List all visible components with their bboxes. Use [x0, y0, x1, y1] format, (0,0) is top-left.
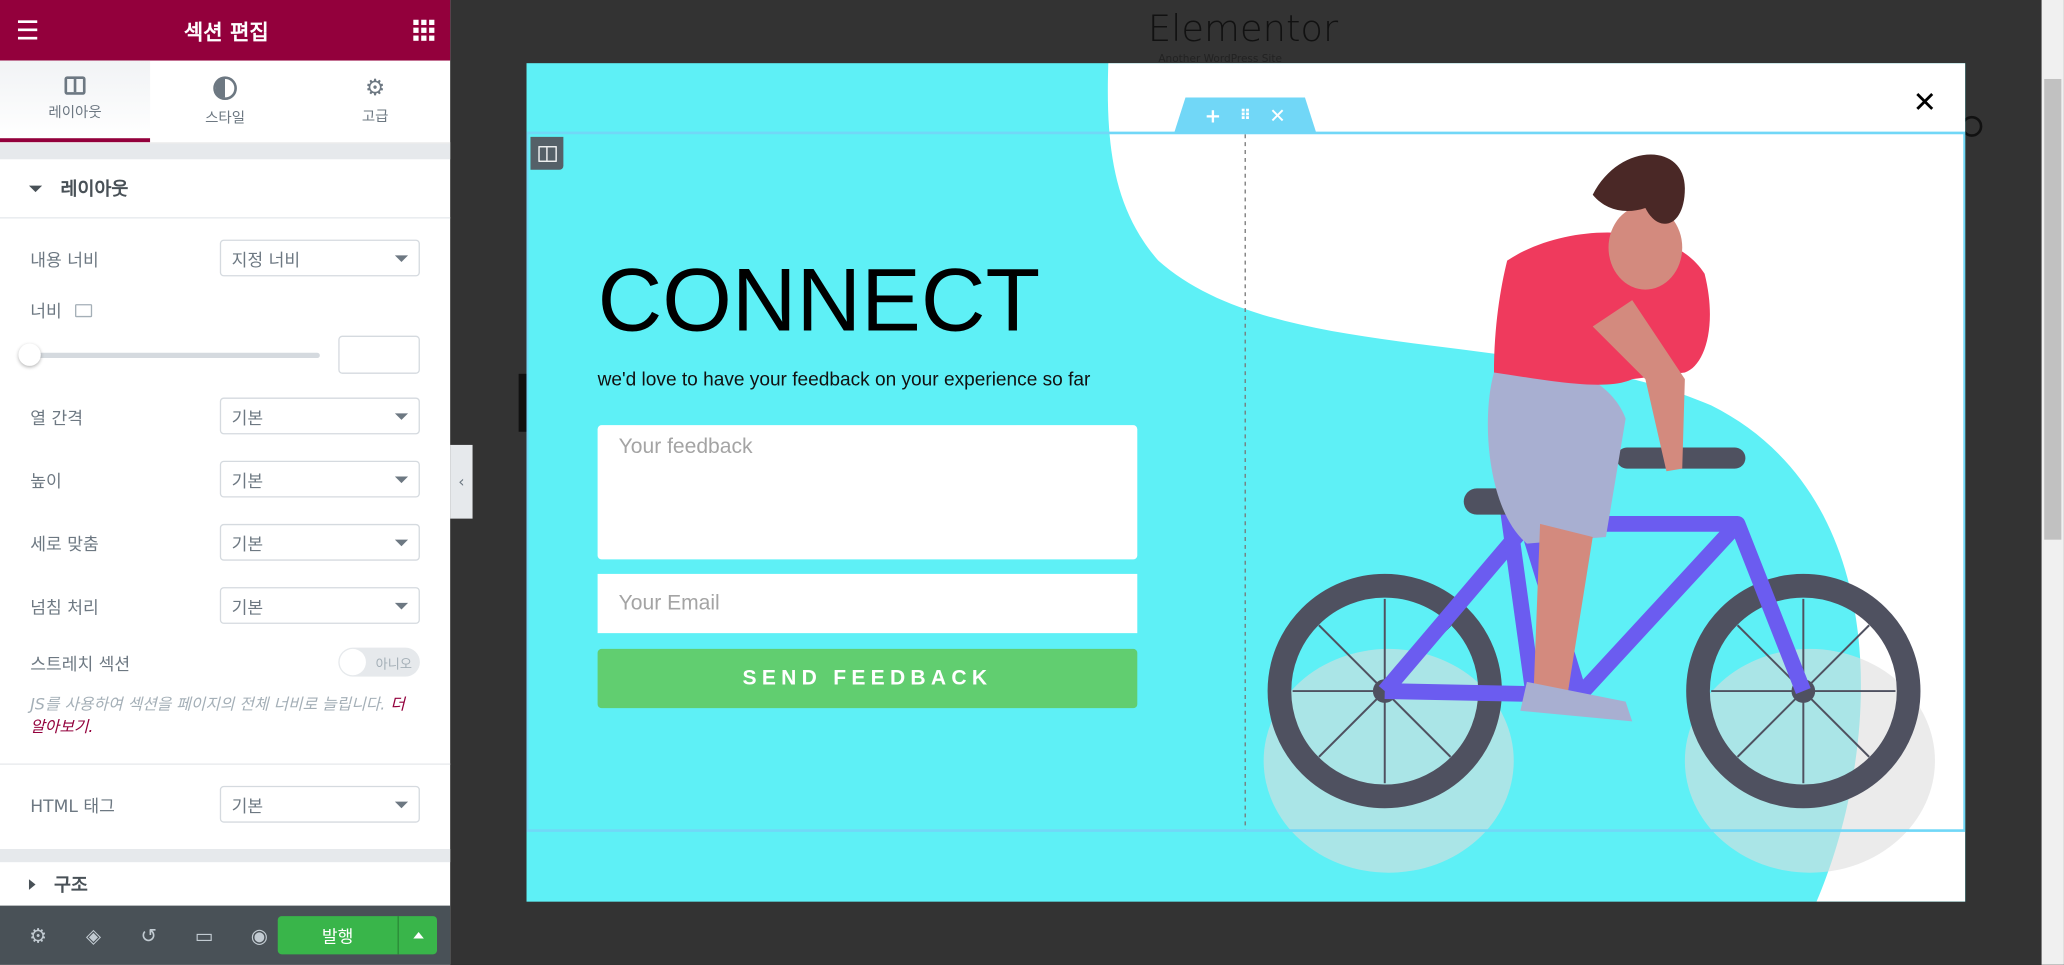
editor-panel: ☰ 섹션 편집 레이아웃 스타일 ⚙ 고급 레이아웃 내용 너비 지정 너비 너비 [0, 0, 451, 965]
tab-label: 고급 [361, 107, 389, 125]
scrollbar[interactable] [2041, 0, 2064, 965]
responsive-icon[interactable]: ▭ [176, 923, 231, 947]
section-handle[interactable]: + ⠿ ✕ [1174, 97, 1317, 133]
email-input[interactable]: Your Email [597, 573, 1138, 634]
panel-title: 섹션 편집 [183, 19, 269, 45]
html-tag-select[interactable]: 기본 [219, 785, 420, 823]
stretch-help-text: JS를 사용하여 섹션을 페이지의 전체 너비로 늘립니다. 더 알아보기. [30, 695, 405, 736]
tab-label: 스타일 [205, 108, 246, 126]
feedback-popup: + ⠿ ✕ ✕ CONNECT we'd love to have your f… [526, 63, 1966, 902]
slider-handle[interactable] [18, 343, 41, 366]
section-layout-toggle[interactable]: 레이아웃 [0, 159, 451, 219]
add-section-icon[interactable]: + [1205, 103, 1222, 127]
width-slider[interactable] [18, 343, 320, 366]
column-edit-handle[interactable] [530, 136, 564, 170]
section-title: 구조 [53, 874, 88, 896]
background-site-title: Elementor [1147, 6, 1339, 51]
caret-down-icon [28, 184, 43, 192]
column-gap-label: 열 간격 [30, 408, 83, 429]
desktop-icon[interactable] [74, 303, 93, 317]
panel-collapse-button[interactable]: ‹ [450, 444, 473, 519]
column-gap-select[interactable]: 기본 [219, 397, 420, 435]
popup-heading: CONNECT [597, 250, 1041, 351]
layers-icon[interactable]: ◈ [66, 923, 121, 947]
caret-up-icon [412, 931, 424, 939]
columns-icon [537, 145, 557, 162]
caret-right-icon [28, 878, 36, 890]
tab-style[interactable]: 스타일 [150, 61, 300, 143]
columns-icon [64, 76, 86, 95]
content-width-select[interactable]: 지정 너비 [219, 239, 420, 277]
hamburger-menu-icon[interactable]: ☰ [16, 14, 40, 46]
html-tag-label: HTML 태그 [30, 797, 115, 817]
overflow-select[interactable]: 기본 [219, 587, 420, 624]
section-title: 레이아웃 [60, 179, 129, 201]
width-label: 너비 [30, 302, 62, 323]
gear-icon: ⚙ [365, 74, 386, 101]
vertical-align-select[interactable]: 기본 [219, 523, 420, 561]
width-input[interactable] [338, 335, 420, 374]
stretch-label: 스트레치 섹션 [30, 654, 131, 675]
tab-advanced[interactable]: ⚙ 고급 [300, 61, 450, 143]
drag-handle-icon[interactable]: ⠿ [1240, 107, 1251, 124]
content-width-label: 내용 너비 [30, 250, 99, 271]
contrast-icon [213, 75, 237, 100]
feedback-textarea[interactable]: Your feedback [597, 425, 1138, 560]
tab-layout[interactable]: 레이아웃 [0, 60, 151, 143]
stretch-toggle[interactable]: 아니오 [338, 647, 420, 677]
background-heading-fragment [518, 373, 527, 432]
delete-section-icon[interactable]: ✕ [1269, 103, 1286, 127]
publish-button[interactable]: 발행 [278, 916, 399, 955]
popup-subtitle: we'd love to have your feedback on your … [597, 369, 1091, 391]
close-popup-icon[interactable]: ✕ [1913, 87, 1937, 120]
apps-grid-icon[interactable] [413, 19, 435, 41]
section-structure-toggle[interactable]: 구조 [0, 862, 450, 905]
send-feedback-button[interactable]: SEND FEEDBACK [597, 648, 1138, 709]
vertical-align-label: 세로 맞춤 [30, 535, 99, 555]
panel-header: ☰ 섹션 편집 [0, 0, 451, 61]
height-label: 높이 [30, 471, 62, 492]
height-select[interactable]: 기본 [219, 460, 420, 498]
tab-label: 레이아웃 [48, 103, 102, 122]
overflow-label: 넘침 처리 [30, 598, 99, 619]
settings-icon[interactable]: ⚙ [11, 923, 66, 947]
panel-footer: ⚙ ◈ ↺ ▭ ◉ 발행 [0, 905, 451, 965]
publish-options-button[interactable] [399, 916, 437, 954]
history-icon[interactable]: ↺ [121, 923, 176, 947]
